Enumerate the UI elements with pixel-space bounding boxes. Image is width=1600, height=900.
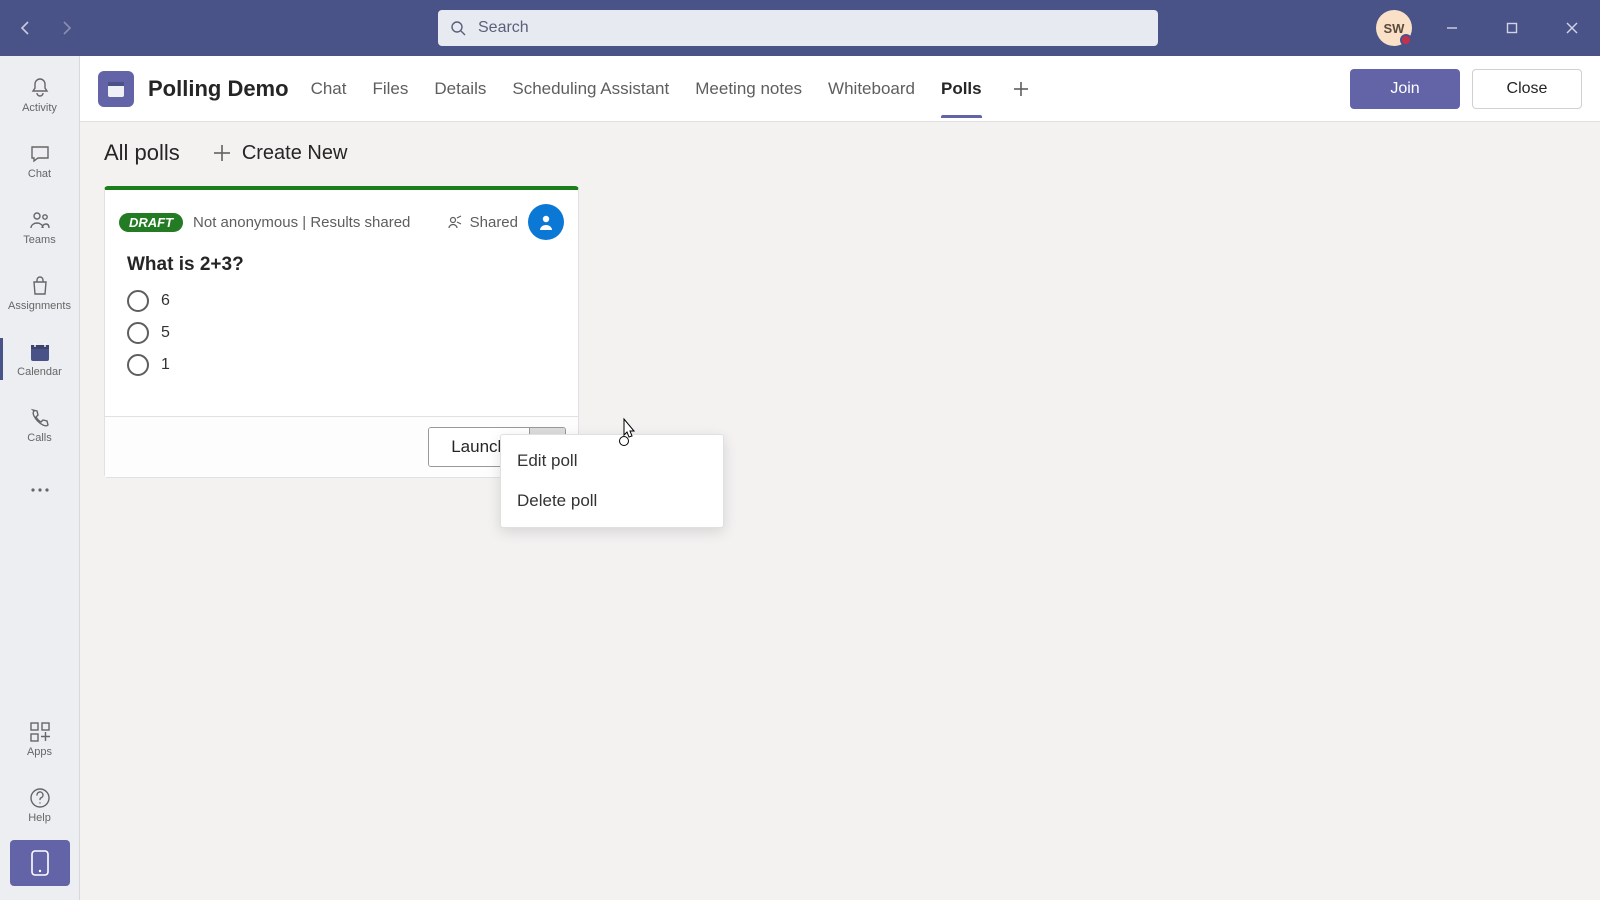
apps-icon [28, 720, 52, 744]
rail-calls[interactable]: Calls [4, 394, 76, 456]
rail-chat[interactable]: Chat [4, 130, 76, 192]
poll-question: What is 2+3? [105, 246, 578, 290]
tab-bar: Polling Demo Chat Files Details Scheduli… [80, 56, 1600, 122]
plus-icon [1012, 80, 1030, 98]
rail-label: Assignments [8, 300, 71, 312]
option-label: 5 [161, 324, 170, 342]
poll-option[interactable]: 5 [127, 322, 556, 344]
title-bar: SW [0, 0, 1600, 56]
shared-indicator: Shared [446, 213, 518, 231]
rail-label: Help [28, 812, 51, 824]
tab-polls[interactable]: Polls [941, 61, 982, 117]
help-icon [28, 786, 52, 810]
maximize-button[interactable] [1492, 10, 1532, 46]
create-new-label: Create New [242, 142, 348, 165]
search-container [438, 10, 1158, 46]
rail-label: Chat [28, 168, 51, 180]
rail-mobile-app[interactable] [10, 840, 70, 886]
maximize-icon [1505, 21, 1519, 35]
content-area: Polling Demo Chat Files Details Scheduli… [80, 56, 1600, 900]
forward-button[interactable] [48, 10, 84, 46]
avatar-initials: SW [1384, 21, 1405, 36]
page-title: All polls [104, 140, 180, 166]
calendar-small-icon [106, 79, 126, 99]
calendar-icon [28, 340, 52, 364]
bell-icon [28, 76, 52, 100]
tab-details[interactable]: Details [434, 61, 486, 117]
rail-apps[interactable]: Apps [4, 708, 76, 770]
close-button[interactable]: Close [1472, 69, 1582, 109]
minimize-icon [1445, 21, 1459, 35]
plus-icon [212, 143, 232, 163]
rail-assignments[interactable]: Assignments [4, 262, 76, 324]
presence-busy-icon [1400, 34, 1412, 46]
tab-scheduling-assistant[interactable]: Scheduling Assistant [512, 61, 669, 117]
dropdown-edit-poll[interactable]: Edit poll [501, 441, 723, 481]
join-button[interactable]: Join [1350, 69, 1460, 109]
phone-icon [28, 406, 52, 430]
rail-more[interactable] [4, 460, 76, 522]
rail-activity[interactable]: Activity [4, 64, 76, 126]
app-rail: Activity Chat Teams Assignments Calendar… [0, 56, 80, 900]
rail-label: Apps [27, 746, 52, 758]
meeting-title: Polling Demo [148, 76, 289, 102]
tab-meeting-notes[interactable]: Meeting notes [695, 61, 802, 117]
tabs: Chat Files Details Scheduling Assistant … [311, 61, 1034, 117]
launch-dropdown-menu: Edit poll Delete poll [500, 434, 724, 528]
create-new-button[interactable]: Create New [212, 142, 348, 165]
mobile-icon [31, 850, 49, 876]
owner-avatar[interactable] [528, 204, 564, 240]
radio-icon [127, 354, 149, 376]
rail-teams[interactable]: Teams [4, 196, 76, 258]
share-icon [446, 213, 464, 231]
poll-option[interactable]: 6 [127, 290, 556, 312]
tab-chat[interactable]: Chat [311, 61, 347, 117]
add-tab-button[interactable] [1008, 80, 1034, 98]
chevron-right-icon [58, 20, 74, 36]
polls-page: All polls Create New DRAFT Not anonymous… [80, 122, 1600, 900]
tab-files[interactable]: Files [372, 61, 408, 117]
search-input[interactable] [438, 10, 1158, 46]
rail-help[interactable]: Help [4, 774, 76, 836]
close-icon [1565, 21, 1579, 35]
search-icon [450, 20, 466, 36]
chevron-left-icon [18, 20, 34, 36]
poll-option[interactable]: 1 [127, 354, 556, 376]
rail-label: Calls [27, 432, 51, 444]
bag-icon [28, 274, 52, 298]
option-label: 6 [161, 292, 170, 310]
teams-icon [28, 208, 52, 232]
radio-icon [127, 290, 149, 312]
person-icon [536, 212, 556, 232]
minimize-button[interactable] [1432, 10, 1472, 46]
tab-whiteboard[interactable]: Whiteboard [828, 61, 915, 117]
poll-options: 6 5 1 [105, 290, 578, 416]
rail-label: Activity [22, 102, 57, 114]
rail-label: Calendar [17, 366, 62, 378]
rail-calendar[interactable]: Calendar [4, 328, 76, 390]
back-button[interactable] [8, 10, 44, 46]
poll-meta: Not anonymous | Results shared [193, 214, 410, 231]
user-avatar[interactable]: SW [1376, 10, 1412, 46]
option-label: 1 [161, 356, 170, 374]
meeting-icon [98, 71, 134, 107]
close-window-button[interactable] [1552, 10, 1592, 46]
dropdown-delete-poll[interactable]: Delete poll [501, 481, 723, 521]
radio-icon [127, 322, 149, 344]
shared-label: Shared [470, 214, 518, 231]
rail-label: Teams [23, 234, 55, 246]
more-icon [28, 478, 52, 502]
chat-icon [28, 142, 52, 166]
draft-badge: DRAFT [119, 213, 183, 232]
